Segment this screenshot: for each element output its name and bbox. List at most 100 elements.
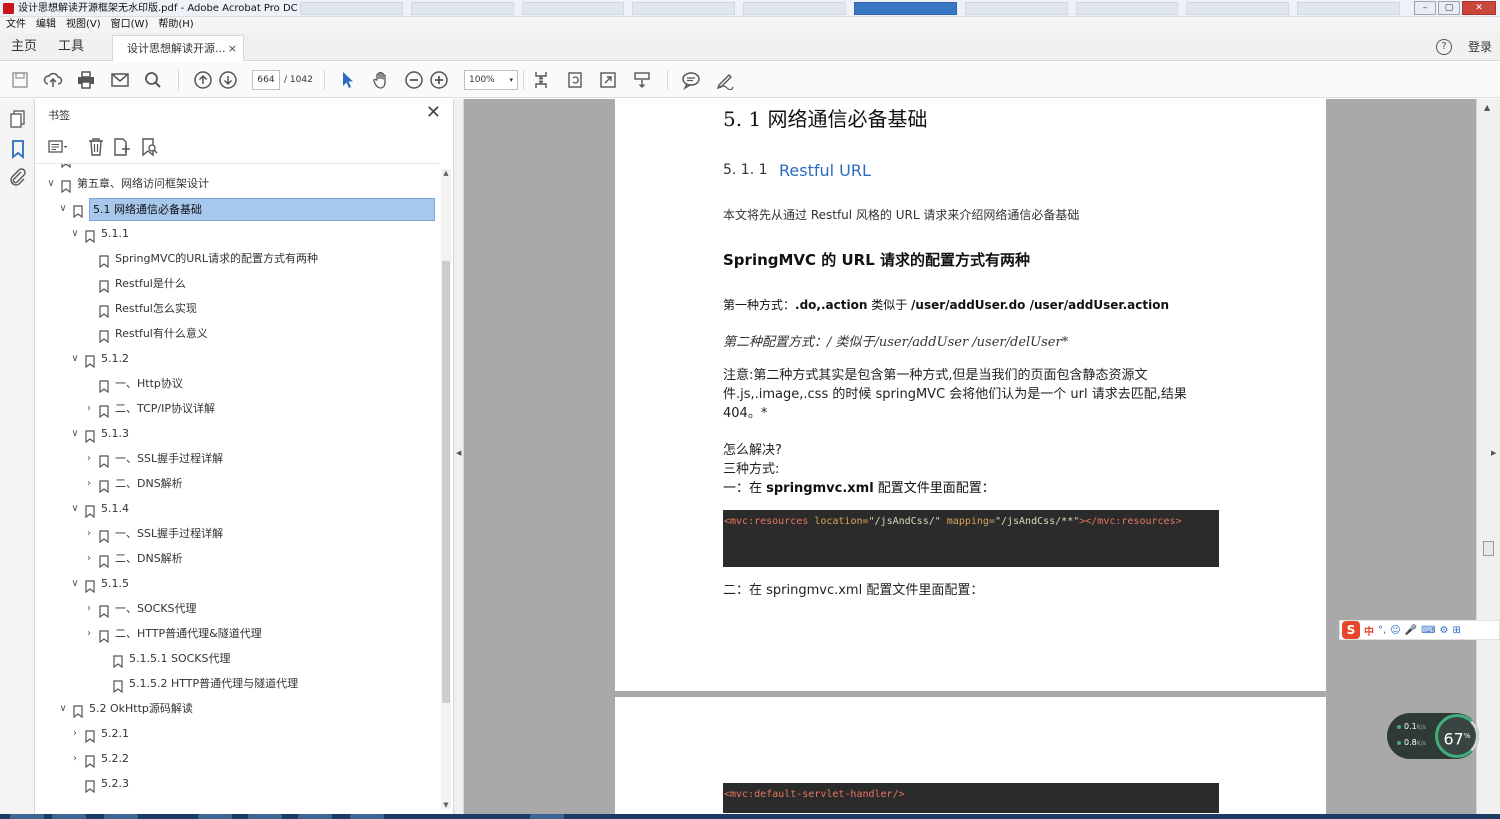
microphone-icon[interactable]: 🎤 bbox=[1405, 625, 1417, 636]
close-tab-icon[interactable]: × bbox=[228, 36, 237, 62]
chevron-right-icon[interactable]: › bbox=[83, 521, 95, 546]
bookmark-item[interactable]: 5.1.5.2 HTTP普通代理与隧道代理 bbox=[35, 671, 439, 696]
chevron-down-icon[interactable]: ∨ bbox=[57, 696, 69, 721]
sogou-logo-icon[interactable]: S bbox=[1342, 621, 1360, 639]
bookmark-item[interactable]: 5.2.3 bbox=[35, 771, 439, 796]
login-link[interactable]: 登录 bbox=[1468, 33, 1492, 61]
new-bookmark-icon[interactable] bbox=[111, 136, 133, 158]
attachment-icon[interactable] bbox=[8, 167, 28, 187]
bookmark-item[interactable]: ∨ 5.2 OkHttp源码解读 bbox=[35, 696, 439, 721]
menu-file[interactable]: 文件 bbox=[6, 17, 26, 33]
search-icon[interactable] bbox=[143, 70, 163, 90]
bookmark-item[interactable]: › 一、SOCKS代理 bbox=[35, 596, 439, 621]
chevron-down-icon[interactable]: ∨ bbox=[69, 571, 81, 596]
tab-tools[interactable]: 工具 bbox=[58, 33, 84, 61]
bookmark-item[interactable]: › 二、DNS解析 bbox=[35, 471, 439, 496]
bookmark-item[interactable]: › 二、HTTP普通代理&隧道代理 bbox=[35, 621, 439, 646]
bookmark-item[interactable]: 一、Http协议 bbox=[35, 371, 439, 396]
settings-icon[interactable]: ⚙ bbox=[1440, 625, 1449, 636]
chevron-down-icon[interactable]: ∨ bbox=[69, 346, 81, 371]
tab-home[interactable]: 主页 bbox=[11, 33, 37, 61]
bookmark-item[interactable]: › 一、SSL握手过程详解 bbox=[35, 446, 439, 471]
bookmark-item[interactable]: Restful怎么实现 bbox=[35, 296, 439, 321]
chevron-down-icon[interactable]: ∨ bbox=[45, 164, 57, 171]
bookmark-item[interactable]: Restful有什么意义 bbox=[35, 321, 439, 346]
keyboard-icon[interactable]: ⌨ bbox=[1421, 625, 1435, 636]
bookmark-item[interactable]: ∨ 第五章、网络访问框架设计 bbox=[35, 171, 439, 196]
bookmark-item[interactable]: ∨ 5.1.1 bbox=[35, 221, 439, 246]
fullscreen-icon[interactable] bbox=[598, 70, 618, 90]
bookmark-item[interactable]: ∨ 5.1 网络通信必备基础 bbox=[35, 196, 439, 221]
print-icon[interactable] bbox=[76, 70, 96, 90]
scroll-up-arrow-icon[interactable]: ▲ bbox=[441, 169, 451, 177]
email-icon[interactable] bbox=[110, 70, 130, 90]
bookmark-item[interactable]: ∨ 5.1.3 bbox=[35, 421, 439, 446]
find-bookmark-icon[interactable] bbox=[139, 136, 161, 158]
chevron-down-icon[interactable]: ∨ bbox=[69, 421, 81, 446]
grid-menu-icon[interactable]: ⊞ bbox=[1452, 625, 1460, 636]
maximize-button[interactable]: ▢ bbox=[1438, 1, 1460, 15]
rotate-icon[interactable] bbox=[565, 70, 585, 90]
bookmark-item[interactable]: ∨ 第四章、图片加载框架 bbox=[35, 164, 439, 171]
prev-page-icon[interactable] bbox=[193, 70, 213, 90]
bookmark-item[interactable]: › 一、SSL握手过程详解 bbox=[35, 521, 439, 546]
delete-bookmark-icon[interactable] bbox=[85, 136, 107, 158]
bookmark-scrollbar[interactable]: ▲ ▼ bbox=[441, 169, 451, 809]
ime-mode-toggle[interactable]: 中 bbox=[1364, 623, 1374, 638]
emoji-icon[interactable]: ☺ bbox=[1390, 625, 1400, 636]
bookmark-item[interactable]: Restful是什么 bbox=[35, 271, 439, 296]
chevron-right-icon[interactable]: › bbox=[83, 621, 95, 646]
scroll-mode-icon[interactable] bbox=[632, 70, 652, 90]
next-page-icon[interactable] bbox=[218, 70, 238, 90]
upload-icon[interactable] bbox=[43, 70, 63, 90]
chevron-down-icon[interactable]: ∨ bbox=[69, 496, 81, 521]
bookmark-item[interactable]: ∨ 5.1.4 bbox=[35, 496, 439, 521]
bookmark-item[interactable]: ∨ 5.1.2 bbox=[35, 346, 439, 371]
zoom-select[interactable]: 100% ▾ bbox=[464, 70, 518, 90]
bookmark-item[interactable]: 5.1.5.1 SOCKS代理 bbox=[35, 646, 439, 671]
chevron-right-icon[interactable]: › bbox=[83, 596, 95, 621]
chevron-right-icon[interactable]: › bbox=[83, 546, 95, 571]
tab-document[interactable]: 设计思想解读开源... × bbox=[112, 35, 244, 61]
help-icon[interactable]: ? bbox=[1436, 39, 1452, 55]
scroll-up-arrow-icon[interactable]: ▲ bbox=[1484, 103, 1490, 112]
zoom-in-icon[interactable] bbox=[429, 70, 449, 90]
panel-divider[interactable]: ◀ bbox=[453, 99, 464, 814]
page-number-input[interactable]: 664 bbox=[252, 70, 280, 90]
options-icon[interactable] bbox=[47, 136, 69, 158]
pages-thumbnail-icon[interactable] bbox=[8, 109, 28, 129]
menu-edit[interactable]: 编辑 bbox=[36, 17, 56, 33]
expand-pane-icon[interactable]: ▶ bbox=[1491, 449, 1496, 457]
scrollbar-thumb[interactable] bbox=[1483, 541, 1494, 556]
bookmark-item[interactable]: SpringMVC的URL请求的配置方式有两种 bbox=[35, 246, 439, 271]
chevron-down-icon[interactable]: ∨ bbox=[69, 221, 81, 246]
bookmark-panel-icon[interactable] bbox=[8, 139, 28, 159]
menu-window[interactable]: 窗口(W) bbox=[111, 17, 149, 33]
document-scrollbar[interactable]: ▲ ▶ bbox=[1476, 99, 1500, 814]
collapse-panel-icon[interactable]: ◀ bbox=[456, 449, 461, 457]
minimize-button[interactable]: – bbox=[1414, 1, 1436, 15]
network-speed-widget[interactable]: 0.1K/s 0.8K/s 67% bbox=[1387, 713, 1479, 759]
bookmark-item[interactable]: › 二、DNS解析 bbox=[35, 546, 439, 571]
chevron-down-icon[interactable]: ∨ bbox=[45, 171, 57, 196]
chevron-right-icon[interactable]: › bbox=[83, 471, 95, 496]
chevron-right-icon[interactable]: › bbox=[69, 721, 81, 746]
bookmark-item[interactable]: ∨ 5.1.5 bbox=[35, 571, 439, 596]
bookmark-item[interactable]: › 5.2.1 bbox=[35, 721, 439, 746]
bookmark-item[interactable]: › 5.2.2 bbox=[35, 746, 439, 771]
sign-icon[interactable] bbox=[715, 70, 735, 91]
chevron-down-icon[interactable]: ∨ bbox=[57, 196, 69, 221]
zoom-out-icon[interactable] bbox=[404, 70, 424, 90]
document-viewport[interactable]: 5. 1 网络通信必备基础 5. 1. 1 Restful URL 本文将先从通… bbox=[464, 99, 1476, 814]
menu-view[interactable]: 视图(V) bbox=[66, 17, 101, 33]
scroll-down-arrow-icon[interactable]: ▼ bbox=[441, 801, 451, 809]
hand-icon[interactable] bbox=[371, 70, 391, 90]
chevron-right-icon[interactable]: › bbox=[69, 746, 81, 771]
chevron-right-icon[interactable]: › bbox=[83, 446, 95, 471]
chevron-right-icon[interactable]: › bbox=[83, 396, 95, 421]
close-window-button[interactable]: ✕ bbox=[1462, 1, 1496, 15]
comment-icon[interactable] bbox=[681, 70, 701, 90]
menu-help[interactable]: 帮助(H) bbox=[158, 17, 193, 33]
bookmark-item[interactable]: › 二、TCP/IP协议详解 bbox=[35, 396, 439, 421]
punctuation-icon[interactable]: °, bbox=[1378, 625, 1386, 636]
